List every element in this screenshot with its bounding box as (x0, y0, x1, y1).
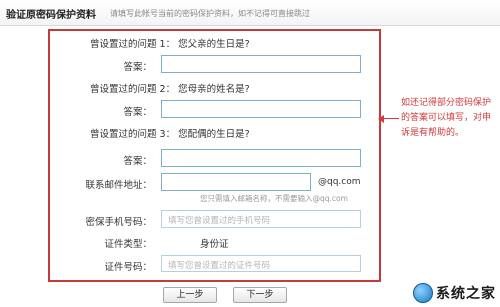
id-number-placeholder: 填写您曾设置过的证件号码 (168, 261, 271, 271)
id-number-input[interactable]: 填写您曾设置过的证件号码 (161, 255, 361, 272)
answer-3-input[interactable] (161, 149, 361, 167)
page-subtitle: 请填写此帐号当前的密码保护资料，如不记得可直接跳过 (110, 9, 310, 18)
watermark: 系统之家 (413, 283, 496, 303)
watermark-text: 系统之家 (436, 286, 496, 302)
next-step-button[interactable]: 下一步 (233, 287, 287, 303)
annotation-note: 如还记得部分密码保护的答案可以填写，对申诉是有帮助的。 (401, 98, 492, 138)
site-logo-icon (413, 283, 433, 303)
email-label: 联系邮件地址： (85, 180, 152, 191)
answer-1-label: 答案： (123, 62, 152, 73)
phone-placeholder: 填写您曾设置过的手机号码 (168, 216, 271, 226)
prev-step-button[interactable]: 上一步 (163, 287, 217, 303)
phone-input[interactable]: 填写您曾设置过的手机号码 (161, 210, 361, 228)
phone-label: 密保手机号码： (85, 217, 152, 228)
email-hint: 您只需填入邮箱名称，不需要输入@qq.com (200, 194, 348, 203)
email-input[interactable] (161, 173, 311, 191)
id-type-label: 证件类型： (104, 239, 152, 250)
answer-2-input[interactable] (161, 100, 361, 118)
answer-2-label: 答案： (123, 107, 152, 118)
question-2-text: 曾设置过的问题 2： 您母亲的姓名是? (90, 84, 250, 95)
id-type-value: 身份证 (200, 239, 229, 250)
id-number-label: 证件号码： (104, 262, 152, 273)
header-bar: 验证原密码保护资料 请填写此帐号当前的密码保护资料，如不记得可直接跳过 (0, 0, 500, 26)
email-domain-suffix: @qq.com (318, 177, 361, 187)
question-1-text: 曾设置过的问题 1： 您父亲的生日是? (90, 39, 250, 50)
answer-3-label: 答案： (123, 156, 152, 167)
page-title: 验证原密码保护资料 (6, 10, 96, 21)
question-3-text: 曾设置过的问题 3： 您配偶的生日是? (90, 129, 250, 140)
answer-1-input[interactable] (161, 55, 361, 73)
arrow-head-icon (378, 115, 384, 123)
